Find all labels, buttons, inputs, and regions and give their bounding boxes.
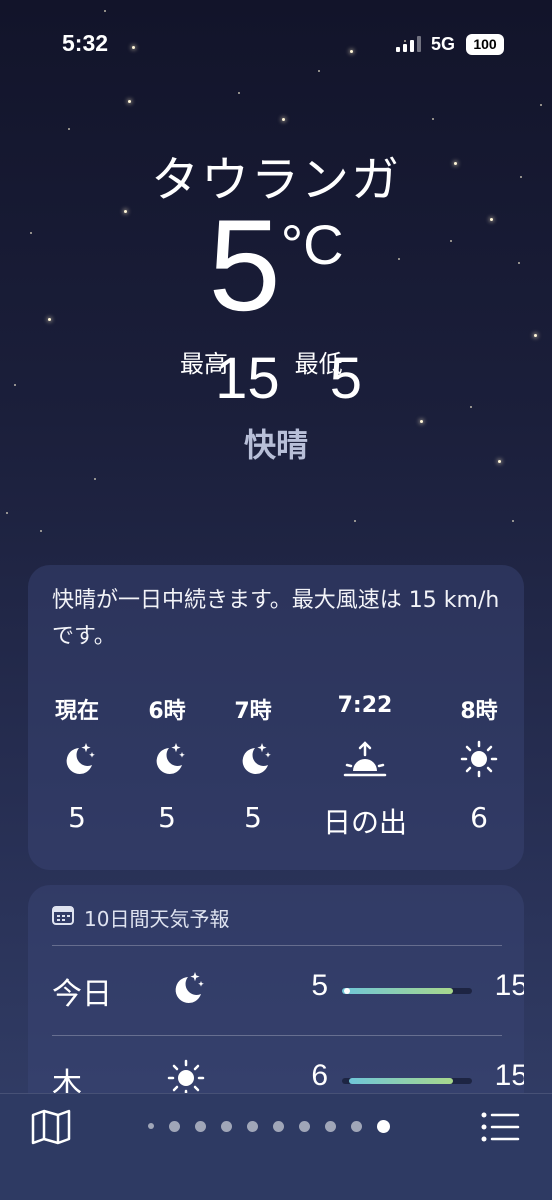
temperature-range-fill	[348, 1078, 453, 1084]
day-row[interactable]: 今日 5 15	[28, 947, 524, 1035]
day-low: 6	[311, 1059, 328, 1092]
hour-item: 7時 5	[198, 693, 308, 834]
low-label: 最低	[294, 350, 343, 378]
day-high: 15	[494, 1059, 524, 1092]
day-name: 今日	[52, 977, 112, 1012]
page-dot[interactable]	[377, 1119, 390, 1133]
forecast-summary: 快晴が一日中続きます。最大風速は 15 km/h です。	[52, 588, 500, 649]
sun-icon	[424, 737, 534, 781]
high-label: 最高	[179, 350, 228, 378]
day-high: 15	[494, 969, 524, 1002]
ten-day-header: 10日間天気予報	[52, 903, 229, 932]
divider	[52, 1035, 502, 1036]
temperature-range-bar	[342, 1078, 472, 1084]
high-low: 最高 15 最低 5	[0, 348, 552, 410]
temperature-value: 5	[208, 192, 281, 338]
weather-condition: 快晴	[243, 426, 308, 464]
sunrise-icon	[310, 737, 420, 781]
page-dot[interactable]	[299, 1120, 310, 1132]
calendar-icon	[52, 905, 74, 930]
page-dot[interactable]	[221, 1120, 232, 1132]
bottom-toolbar	[0, 1093, 552, 1200]
battery-icon: 100	[466, 34, 504, 55]
current-temperature: 5°C	[0, 200, 552, 330]
page-indicator[interactable]	[148, 1118, 390, 1134]
hour-temperature: 6	[470, 801, 488, 834]
hour-label: 8時	[460, 699, 498, 724]
map-icon[interactable]	[30, 1108, 72, 1146]
low-value: 5	[329, 346, 363, 411]
hour-label: 7時	[234, 699, 272, 724]
sunrise-label: 日の出	[322, 806, 407, 839]
cellular-signal-icon	[396, 36, 424, 52]
hour-label: 7:22	[337, 693, 393, 718]
status-time: 5:32	[62, 30, 109, 56]
page-dot[interactable]	[325, 1120, 336, 1132]
page-dot[interactable]	[247, 1120, 258, 1132]
high-value: 15	[215, 346, 280, 411]
hour-item: 7:22 日の出	[310, 693, 420, 841]
temperature-range-bar	[342, 988, 472, 994]
page-dot[interactable]	[273, 1120, 284, 1132]
day-low: 5	[311, 969, 328, 1002]
moon-stars-icon	[163, 965, 209, 1011]
list-icon[interactable]	[480, 1110, 522, 1144]
temperature-unit: °C	[280, 213, 344, 276]
page-dot[interactable]	[351, 1120, 362, 1132]
hour-item: 8時 6	[424, 693, 534, 834]
status-bar: 5:32 5G 100	[0, 0, 552, 90]
divider	[52, 945, 502, 946]
hourly-forecast-card[interactable]: 快晴が一日中続きます。最大風速は 15 km/h です。 現在 5 6時 5 7…	[28, 565, 524, 870]
current-temperature-dot	[344, 988, 350, 994]
page-dot[interactable]	[195, 1120, 206, 1132]
network-type: 5G	[431, 34, 456, 54]
page-dot[interactable]	[148, 1123, 154, 1129]
temperature-range-fill	[342, 988, 453, 994]
ten-day-title: 10日間天気予報	[84, 907, 230, 931]
page-dot[interactable]	[169, 1120, 180, 1132]
moon-stars-icon	[198, 737, 308, 781]
hour-temperature: 5	[244, 801, 262, 834]
